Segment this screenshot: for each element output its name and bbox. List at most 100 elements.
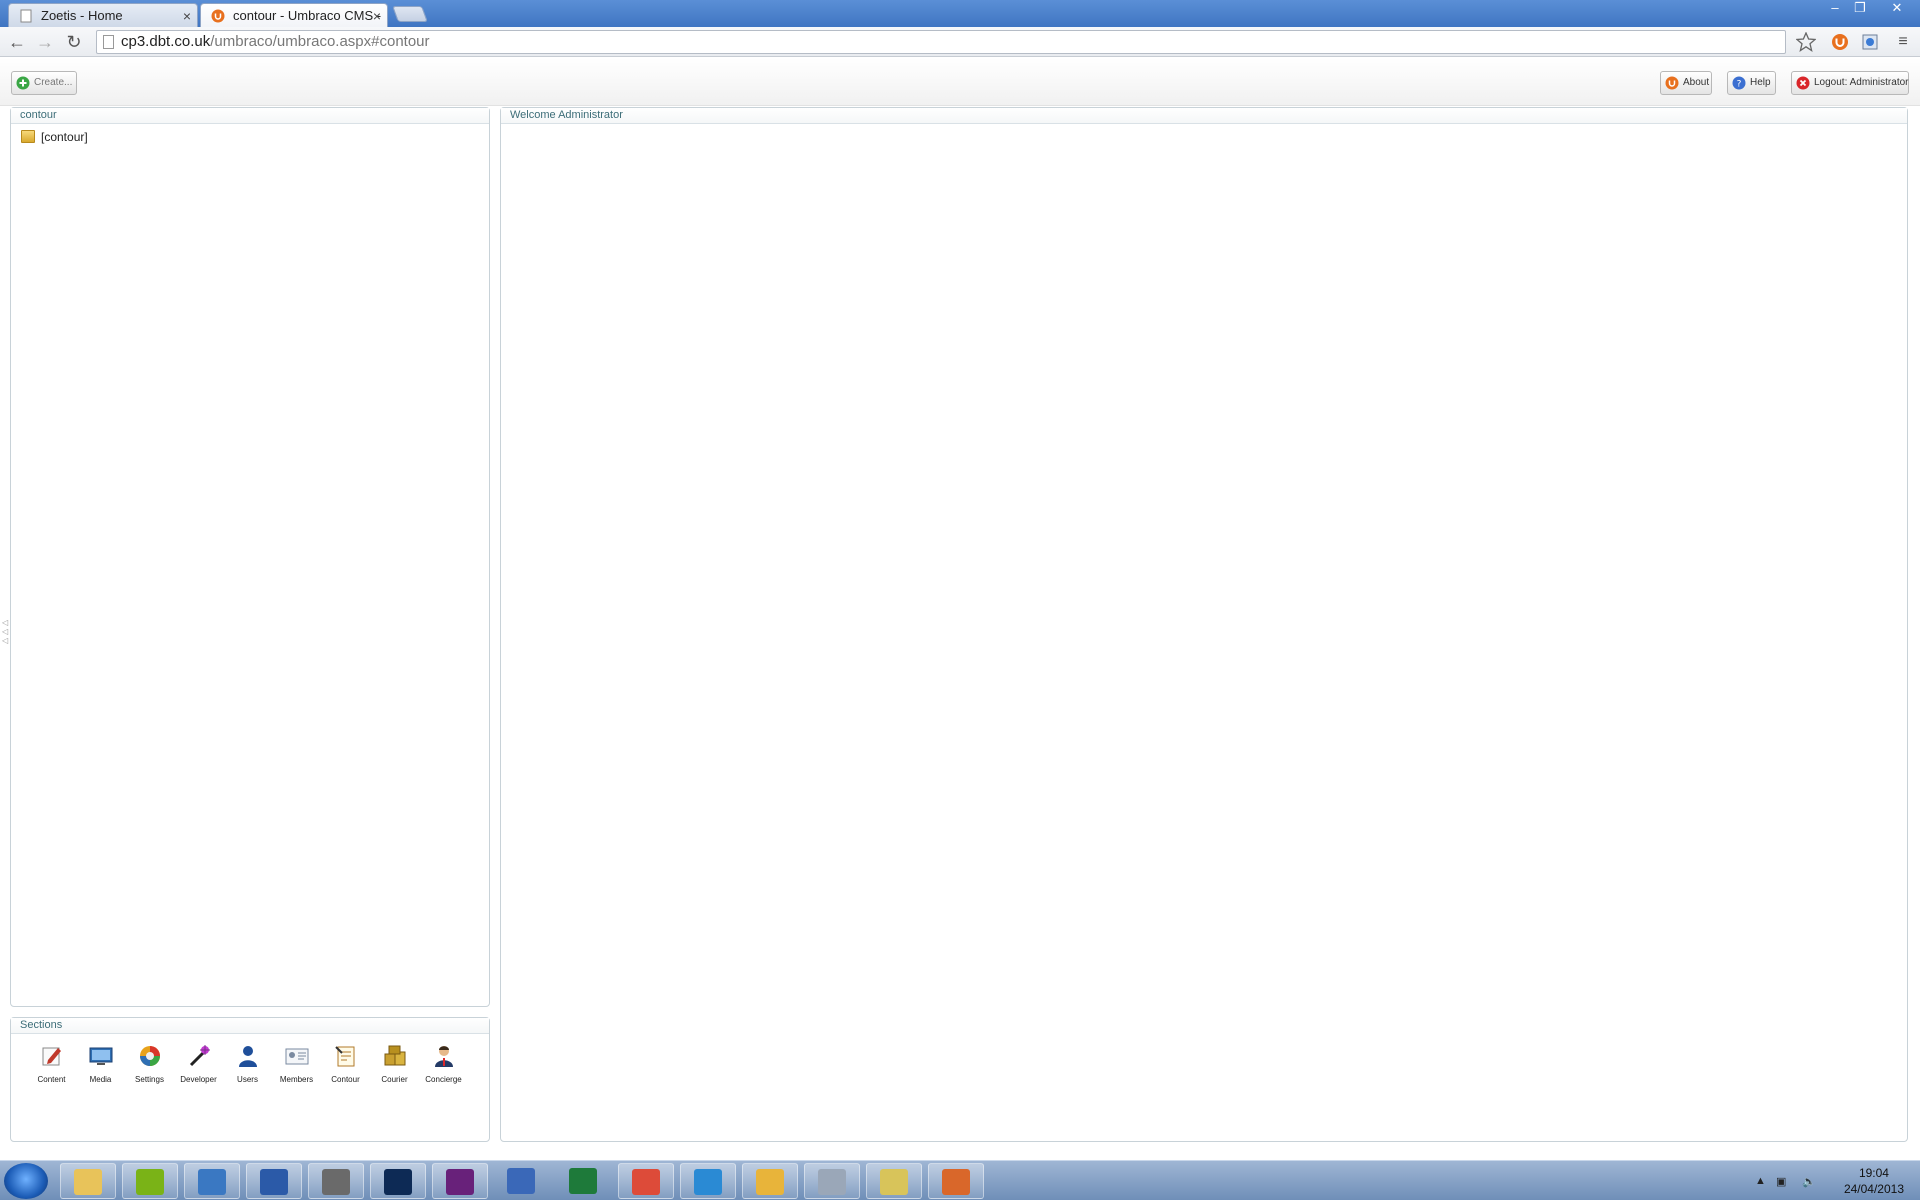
taskbar-app-ie[interactable] (680, 1163, 736, 1199)
ie-icon (694, 1169, 722, 1195)
window-close-button[interactable]: ✕ (1880, 0, 1914, 18)
photoshop-icon (384, 1169, 412, 1195)
windows-taskbar: ▲ ▣ 🔈 19:04 24/04/2013 (0, 1160, 1920, 1200)
taskbar-app-remote-desktop[interactable] (804, 1163, 860, 1199)
sections-panel: Sections Content Media Settings Develope… (10, 1017, 490, 1142)
tab-contour-umbraco[interactable]: contour - Umbraco CMS - × (200, 3, 388, 27)
page-icon (103, 35, 114, 49)
remote-desktop-icon (818, 1169, 846, 1195)
create-label: Create... (34, 77, 73, 88)
taskbar-app-spotify[interactable] (122, 1163, 178, 1199)
sections-list: Content Media Settings Developer Users M… (27, 1044, 468, 1084)
forward-arrow-icon[interactable]: → (34, 31, 56, 53)
section-users[interactable]: Users (223, 1044, 272, 1084)
spotify-icon (136, 1169, 164, 1195)
section-label: Contour (331, 1075, 360, 1084)
word-icon (260, 1169, 288, 1195)
create-button[interactable]: Create... (11, 71, 77, 95)
help-label: Help (1750, 77, 1771, 88)
umbraco-top-bar: Create... About ? Help Logout: Administr… (0, 58, 1920, 106)
section-settings[interactable]: Settings (125, 1044, 174, 1084)
address-bar[interactable]: cp3.dbt.co.uk/umbraco/umbraco.aspx#conto… (96, 30, 1786, 54)
tab-zoetis-home[interactable]: Zoetis - Home × (8, 3, 198, 27)
taskbar-app-visual-studio[interactable] (432, 1163, 488, 1199)
bookmark-star-icon[interactable] (1796, 32, 1816, 52)
pencil-icon (42, 1047, 61, 1066)
section-media[interactable]: Media (76, 1044, 125, 1084)
tab-title: Zoetis - Home (41, 8, 123, 23)
url-path: /umbraco/umbraco.aspx#contour (210, 33, 430, 50)
folder-icon (21, 130, 35, 143)
color-wheel-icon (139, 1046, 160, 1066)
close-icon[interactable]: × (183, 4, 191, 27)
taskbar-app-infinity[interactable] (494, 1163, 550, 1199)
main-panel-title: Welcome Administrator (501, 108, 1907, 124)
about-button[interactable]: About (1660, 71, 1712, 95)
sections-panel-title: Sections (11, 1018, 489, 1034)
network-tray-icon[interactable]: ▣ (1776, 1175, 1786, 1188)
reload-icon[interactable]: ↻ (63, 31, 85, 53)
taskbar-app-outlook[interactable] (742, 1163, 798, 1199)
section-content[interactable]: Content (27, 1044, 76, 1084)
taskbar-app-tools[interactable] (866, 1163, 922, 1199)
explorer-icon (74, 1169, 102, 1195)
clock-date: 24/04/2013 (1843, 1182, 1904, 1196)
section-courier[interactable]: Courier (370, 1044, 419, 1084)
logout-button[interactable]: Logout: Administrator (1791, 71, 1909, 95)
section-label: Concierge (425, 1075, 462, 1084)
taskbar-app-chrome[interactable] (618, 1163, 674, 1199)
outlook-icon (756, 1169, 784, 1195)
tools-icon (880, 1169, 908, 1195)
section-concierge[interactable]: Concierge (419, 1044, 468, 1084)
monitor-icon (89, 1047, 112, 1065)
main-panel: Welcome Administrator (500, 107, 1908, 1142)
taskbar-app-explorer[interactable] (60, 1163, 116, 1199)
add-icon (16, 76, 30, 90)
back-arrow-icon[interactable]: ← (6, 31, 28, 53)
browser-tab-strip: Zoetis - Home × contour - Umbraco CMS - … (0, 0, 1920, 27)
svg-text:?: ? (1737, 80, 1742, 90)
restore-button[interactable]: ❐ (1846, 0, 1874, 18)
extension-icon[interactable] (1860, 32, 1880, 52)
clock-time: 19:04 (1858, 1166, 1889, 1180)
taskbar-app-archive[interactable] (308, 1163, 364, 1199)
taskbar-app-excel[interactable] (556, 1163, 612, 1199)
umbraco-icon (211, 9, 225, 23)
id-card-icon (285, 1048, 308, 1065)
network-icon (198, 1169, 226, 1195)
tree-node-label: [contour] (41, 130, 88, 144)
taskbar-app-network[interactable] (184, 1163, 240, 1199)
windows-start-icon[interactable] (4, 1163, 48, 1199)
section-members[interactable]: Members (272, 1044, 321, 1084)
volume-icon[interactable]: 🔈 (1802, 1175, 1816, 1188)
tree-node-contour[interactable]: [contour] (21, 130, 88, 144)
infinity-icon (507, 1168, 535, 1194)
boxes-icon (384, 1045, 405, 1066)
umbraco-extension-icon[interactable] (1830, 32, 1850, 52)
wand-icon (189, 1045, 210, 1067)
logout-label: Logout: Administrator (1814, 77, 1909, 88)
section-contour[interactable]: Contour (321, 1044, 370, 1084)
system-clock[interactable]: 19:04 24/04/2013 (1844, 1165, 1904, 1197)
show-hidden-icons-icon[interactable]: ▲ (1755, 1175, 1766, 1187)
taskbar-app-photoshop[interactable] (370, 1163, 426, 1199)
close-icon[interactable]: × (373, 4, 381, 27)
help-icon: ? (1732, 76, 1746, 90)
help-button[interactable]: ? Help (1727, 71, 1776, 95)
tree-panel: contour [contour] (10, 107, 490, 1007)
about-label: About (1683, 77, 1710, 88)
visual-studio-icon (446, 1169, 474, 1195)
section-label: Content (37, 1075, 66, 1084)
panel-resize-handle[interactable]: ◁ ◁ ◁ (2, 618, 8, 646)
taskbar-app-file-transfer[interactable] (928, 1163, 984, 1199)
minimize-button[interactable]: – (1821, 0, 1849, 18)
section-label: Users (237, 1075, 258, 1084)
excel-icon (569, 1168, 597, 1194)
new-tab-button[interactable] (392, 6, 428, 22)
section-label: Developer (180, 1075, 217, 1084)
taskbar-app-word[interactable] (246, 1163, 302, 1199)
file-transfer-icon (942, 1169, 970, 1195)
section-developer[interactable]: Developer (174, 1044, 223, 1084)
menu-icon[interactable]: ≡ (1892, 31, 1914, 53)
url-host: cp3.dbt.co.uk (121, 33, 211, 50)
